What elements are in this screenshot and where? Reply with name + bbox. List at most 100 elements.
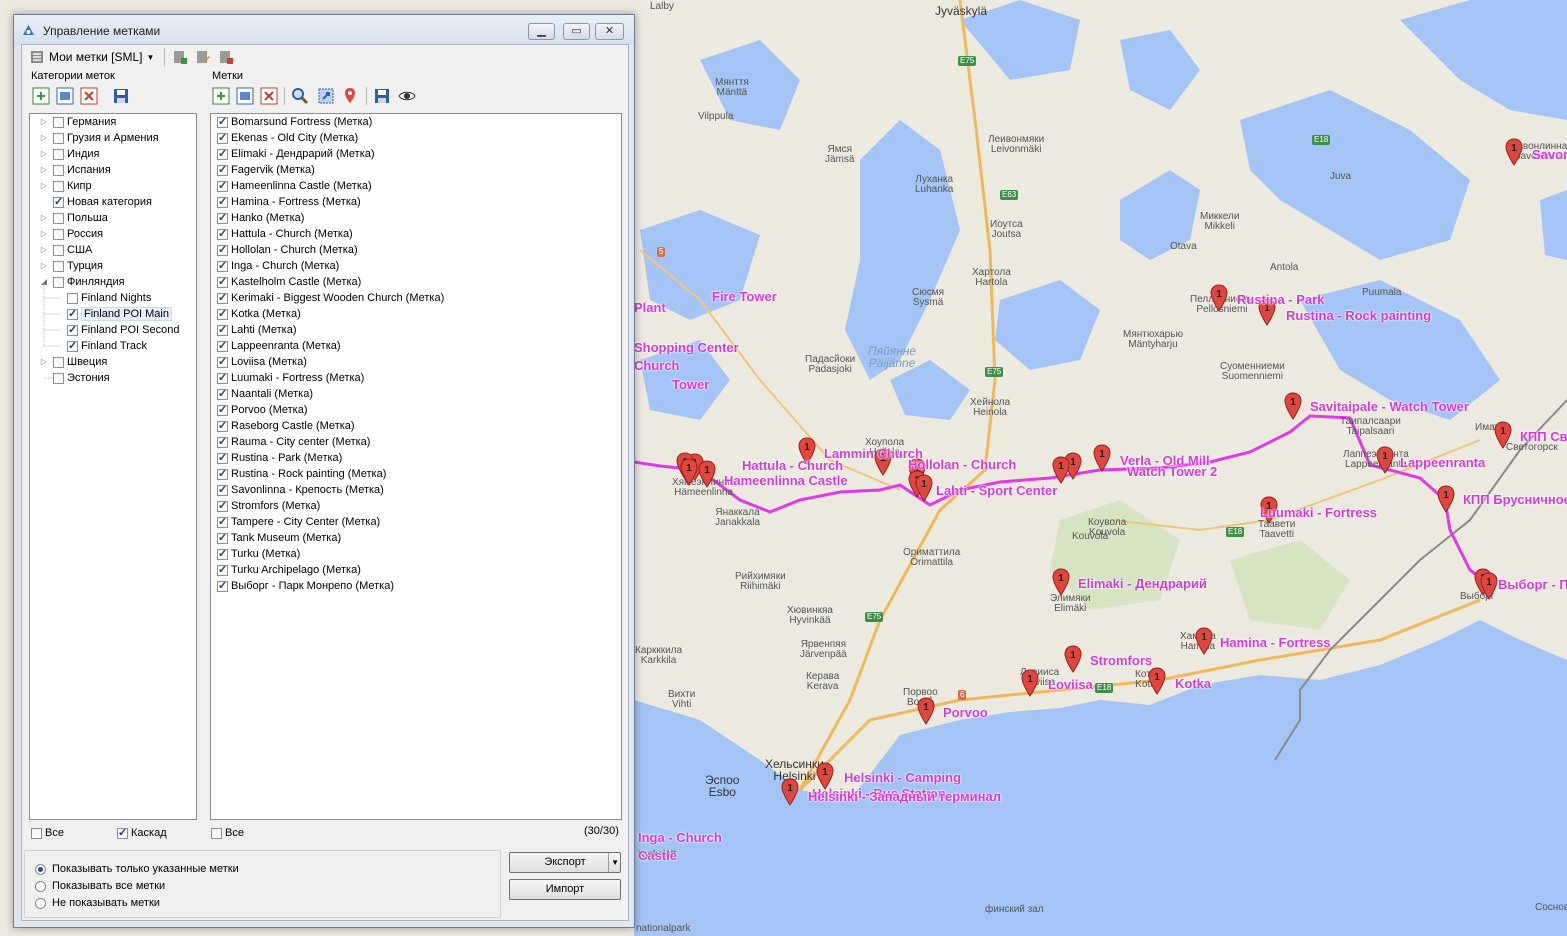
visibility-icon[interactable] — [398, 87, 416, 105]
mark-checkbox[interactable] — [217, 211, 228, 224]
title-bar[interactable]: Управление метками ▁ ▭ ✕ — [14, 15, 634, 45]
mark-item[interactable]: Hattula - Church (Метка) — [217, 226, 353, 242]
mark-checkbox[interactable] — [217, 243, 228, 256]
mark-checkbox[interactable] — [217, 579, 228, 592]
category-item[interactable]: Finland POI Main — [67, 306, 172, 322]
mark-checkbox[interactable] — [217, 355, 228, 368]
mark-item[interactable]: Porvoo (Метка) — [217, 402, 307, 418]
import-button[interactable]: Импорт — [509, 879, 621, 900]
mark-item[interactable]: Lappeenranta (Метка) — [217, 338, 341, 354]
mark-item[interactable]: Kotka (Метка) — [217, 306, 301, 322]
marker-label[interactable]: Выборг - Парк — [1498, 577, 1567, 592]
marker-label[interactable]: Rustina - Rock painting — [1286, 308, 1431, 323]
marker-label[interactable]: Lappeenranta — [1400, 455, 1485, 470]
category-item[interactable]: Finland Nights — [67, 290, 151, 306]
mark-item[interactable]: Tampere - City Center (Метка) — [217, 514, 380, 530]
map-pin-icon[interactable]: 1 — [1021, 669, 1039, 697]
add-mark-icon[interactable] — [212, 87, 230, 105]
mark-item[interactable]: Naantali (Метка) — [217, 386, 313, 402]
marker-label[interactable]: Lahti - Sport Center — [936, 483, 1057, 498]
marker-label[interactable]: Castle — [638, 848, 677, 863]
marker-label[interactable]: Porvoo — [943, 705, 988, 720]
marker-label[interactable]: Loviisa — [1048, 677, 1093, 692]
mark-checkbox[interactable] — [217, 467, 228, 480]
map-pin-icon[interactable]: 1 — [1210, 284, 1228, 312]
marker-label[interactable]: Rustina - Park — [1237, 292, 1324, 307]
mark-checkbox[interactable] — [217, 163, 228, 176]
save-categories-icon[interactable] — [112, 87, 130, 105]
mark-item[interactable]: Выборг - Парк Монрепо (Метка) — [217, 578, 394, 594]
mark-checkbox[interactable] — [217, 115, 228, 128]
mark-set-selector[interactable]: Мои метки [SML] ▼ — [30, 47, 154, 67]
marker-label[interactable]: КПП Светогорск — [1520, 429, 1567, 444]
locate-mark-icon[interactable] — [342, 87, 360, 105]
map-pin-icon[interactable]: 1 — [917, 697, 935, 725]
marker-label[interactable]: Tower — [672, 377, 709, 392]
mark-item[interactable]: Rauma - City center (Метка) — [217, 434, 370, 450]
mark-checkbox[interactable] — [217, 547, 228, 560]
edit-category-icon[interactable] — [56, 87, 74, 105]
mark-item[interactable]: Elimaki - Дендрарий (Метка) — [217, 146, 375, 162]
map-pin-icon[interactable]: 1 — [1052, 456, 1070, 484]
mark-checkbox[interactable] — [217, 307, 228, 320]
map-pin-icon[interactable]: 1 — [1437, 485, 1455, 513]
category-item[interactable]: Finland POI Second — [67, 322, 179, 338]
mark-checkbox[interactable] — [217, 531, 228, 544]
marker-label[interactable]: Shopping Center — [634, 340, 739, 355]
add-category-icon[interactable] — [32, 87, 50, 105]
marker-label[interactable]: Church — [634, 358, 680, 373]
mark-item[interactable]: Kerimaki - Biggest Wooden Church (Метка) — [217, 290, 444, 306]
display-option-radio[interactable]: Не показывать метки — [35, 897, 160, 909]
marker-label[interactable]: Stromfors — [1090, 653, 1152, 668]
mark-item[interactable]: Hamina - Fortress (Метка) — [217, 194, 361, 210]
mark-checkbox[interactable] — [217, 403, 228, 416]
mark-item[interactable]: Savonlinna - Крепость (Метка) — [217, 482, 384, 498]
mark-checkbox[interactable] — [217, 371, 228, 384]
marker-label[interactable]: Elimaki - Дендрарий — [1078, 576, 1207, 591]
mark-item[interactable]: Ekenas - Old City (Метка) — [217, 130, 358, 146]
marker-label[interactable]: Hattula - Church — [742, 458, 843, 473]
map-pin-icon[interactable]: 1 — [1480, 572, 1498, 600]
mark-item[interactable]: Kastelholm Castle (Метка) — [217, 274, 361, 290]
marker-label[interactable]: Helsinki - Западный терминал — [808, 789, 1001, 804]
mark-checkbox[interactable] — [217, 195, 228, 208]
mark-item[interactable]: Bomarsund Fortress (Метка) — [217, 114, 372, 130]
mark-item[interactable]: Turku Archipelago (Метка) — [217, 562, 361, 578]
search-icon[interactable] — [291, 87, 309, 105]
mark-item[interactable]: Luumaki - Fortress (Метка) — [217, 370, 364, 386]
marks-list[interactable]: Bomarsund Fortress (Метка) Ekenas - Old C… — [210, 113, 622, 820]
mark-item[interactable]: Stromfors (Метка) — [217, 498, 320, 514]
map-pin-icon[interactable]: 1 — [698, 460, 716, 488]
mark-checkbox[interactable] — [217, 435, 228, 448]
marker-label[interactable]: Hamina - Fortress — [1220, 635, 1331, 650]
delete-set-icon[interactable] — [218, 49, 234, 65]
delete-category-icon[interactable] — [80, 87, 98, 105]
map-pin-icon[interactable]: 1 — [1195, 627, 1213, 655]
mark-item[interactable]: Rustina - Park (Метка) — [217, 450, 342, 466]
marker-label[interactable]: Fire Tower — [712, 289, 777, 304]
mark-item[interactable]: Fagervik (Метка) — [217, 162, 315, 178]
display-option-radio[interactable]: Показывать только указанные метки — [35, 863, 239, 875]
map-pin-icon[interactable]: 1 — [1284, 392, 1302, 420]
mark-checkbox[interactable] — [217, 563, 228, 576]
marker-label[interactable]: Helsinki - Camping — [844, 770, 961, 785]
category-item[interactable]: Finland Track — [67, 338, 147, 354]
mark-item[interactable]: Tank Museum (Метка) — [217, 530, 341, 546]
mark-item[interactable]: Turku (Метка) — [217, 546, 300, 562]
zoom-to-marks-icon[interactable] — [317, 87, 335, 105]
map-pin-icon[interactable]: 1 — [1505, 138, 1523, 166]
mark-item[interactable]: Raseborg Castle (Метка) — [217, 418, 355, 434]
mark-checkbox[interactable] — [217, 499, 228, 512]
mark-checkbox[interactable] — [217, 323, 228, 336]
categories-tree[interactable]: ▷ Германия ▷ Грузия и Армения ▷ Индия ▷ Испания… — [29, 113, 197, 820]
mark-item[interactable]: Rustina - Rock painting (Метка) — [217, 466, 386, 482]
close-button[interactable]: ✕ — [595, 23, 624, 40]
maximize-button[interactable]: ▭ — [563, 23, 590, 40]
mark-item[interactable]: Loviisa (Метка) — [217, 354, 307, 370]
mark-item[interactable]: Hollolan - Church (Метка) — [217, 242, 358, 258]
add-set-icon[interactable] — [172, 49, 188, 65]
export-button[interactable]: Экспорт ▼ — [509, 852, 621, 873]
map-pin-icon[interactable]: 1 — [680, 458, 698, 486]
marker-label[interactable]: КПП Брусничное — [1463, 492, 1567, 507]
marker-label[interactable]: Plant — [634, 300, 666, 315]
